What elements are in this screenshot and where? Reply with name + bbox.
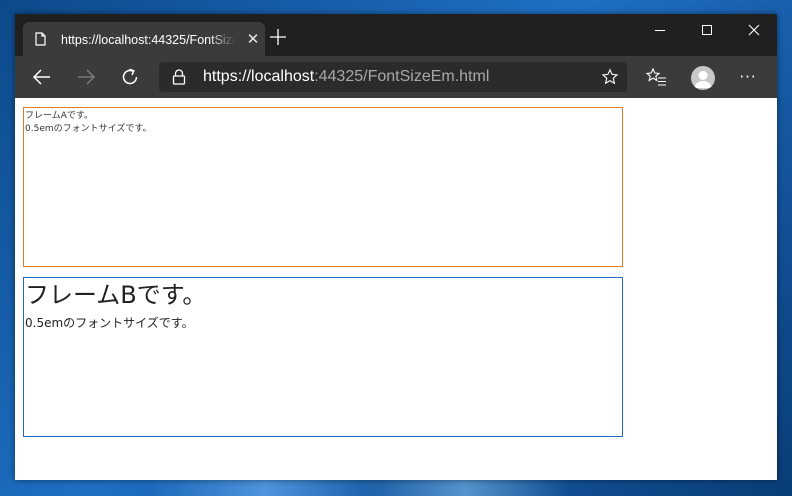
new-tab-button[interactable] [267, 26, 289, 48]
lock-icon [172, 69, 186, 85]
refresh-icon[interactable] [117, 65, 143, 89]
close-icon [748, 24, 760, 36]
avatar-silhouette [694, 71, 712, 88]
tab-close-button[interactable]: ✕ [245, 31, 261, 47]
minimize-button[interactable] [637, 14, 683, 46]
star-icon[interactable] [601, 68, 619, 86]
url-host: localhost [251, 68, 315, 85]
url-path: :44325/FontSizeEm.html [314, 68, 490, 85]
forward-arrow-icon[interactable] [73, 65, 99, 89]
minimize-icon [655, 30, 665, 31]
desktop-highlight [360, 478, 570, 496]
more-icon[interactable]: ··· [735, 66, 761, 90]
frame-a-subtext: 0.5emのフォントサイズです。 [25, 124, 152, 134]
frame-b-title: フレームBです。 [25, 281, 207, 309]
address-bar[interactable]: https://localhost:44325/FontSizeEm.html [159, 62, 627, 92]
browser-tab[interactable]: https://localhost:44325/FontSizeEm.html … [23, 22, 265, 56]
tab-title: https://localhost:44325/FontSizeEm.html [61, 33, 235, 47]
navigation-toolbar: https://localhost:44325/FontSizeEm.html … [15, 56, 777, 98]
url-scheme: https:// [203, 68, 252, 85]
frame-a-text: フレームAです。 [25, 111, 93, 121]
back-arrow-icon[interactable] [29, 65, 55, 89]
frame-b-text: 0.5emのフォントサイズです。 [25, 316, 194, 330]
page-icon [35, 32, 46, 46]
page-content: フレームAです。 0.5emのフォントサイズです。 フレームBです。 0.5em… [15, 98, 777, 480]
url-text: https://localhost:44325/FontSizeEm.html [203, 67, 489, 87]
favorites-icon[interactable] [643, 65, 669, 89]
profile-icon[interactable] [691, 66, 715, 90]
maximize-icon [702, 25, 712, 35]
close-window-button[interactable] [731, 14, 777, 46]
tab-bar: https://localhost:44325/FontSizeEm.html … [15, 14, 777, 56]
maximize-button[interactable] [684, 14, 730, 46]
frame-b: フレームBです。 0.5emのフォントサイズです。 [23, 277, 623, 437]
frame-a: フレームAです。 0.5emのフォントサイズです。 [23, 107, 623, 267]
browser-window: https://localhost:44325/FontSizeEm.html … [15, 14, 777, 480]
